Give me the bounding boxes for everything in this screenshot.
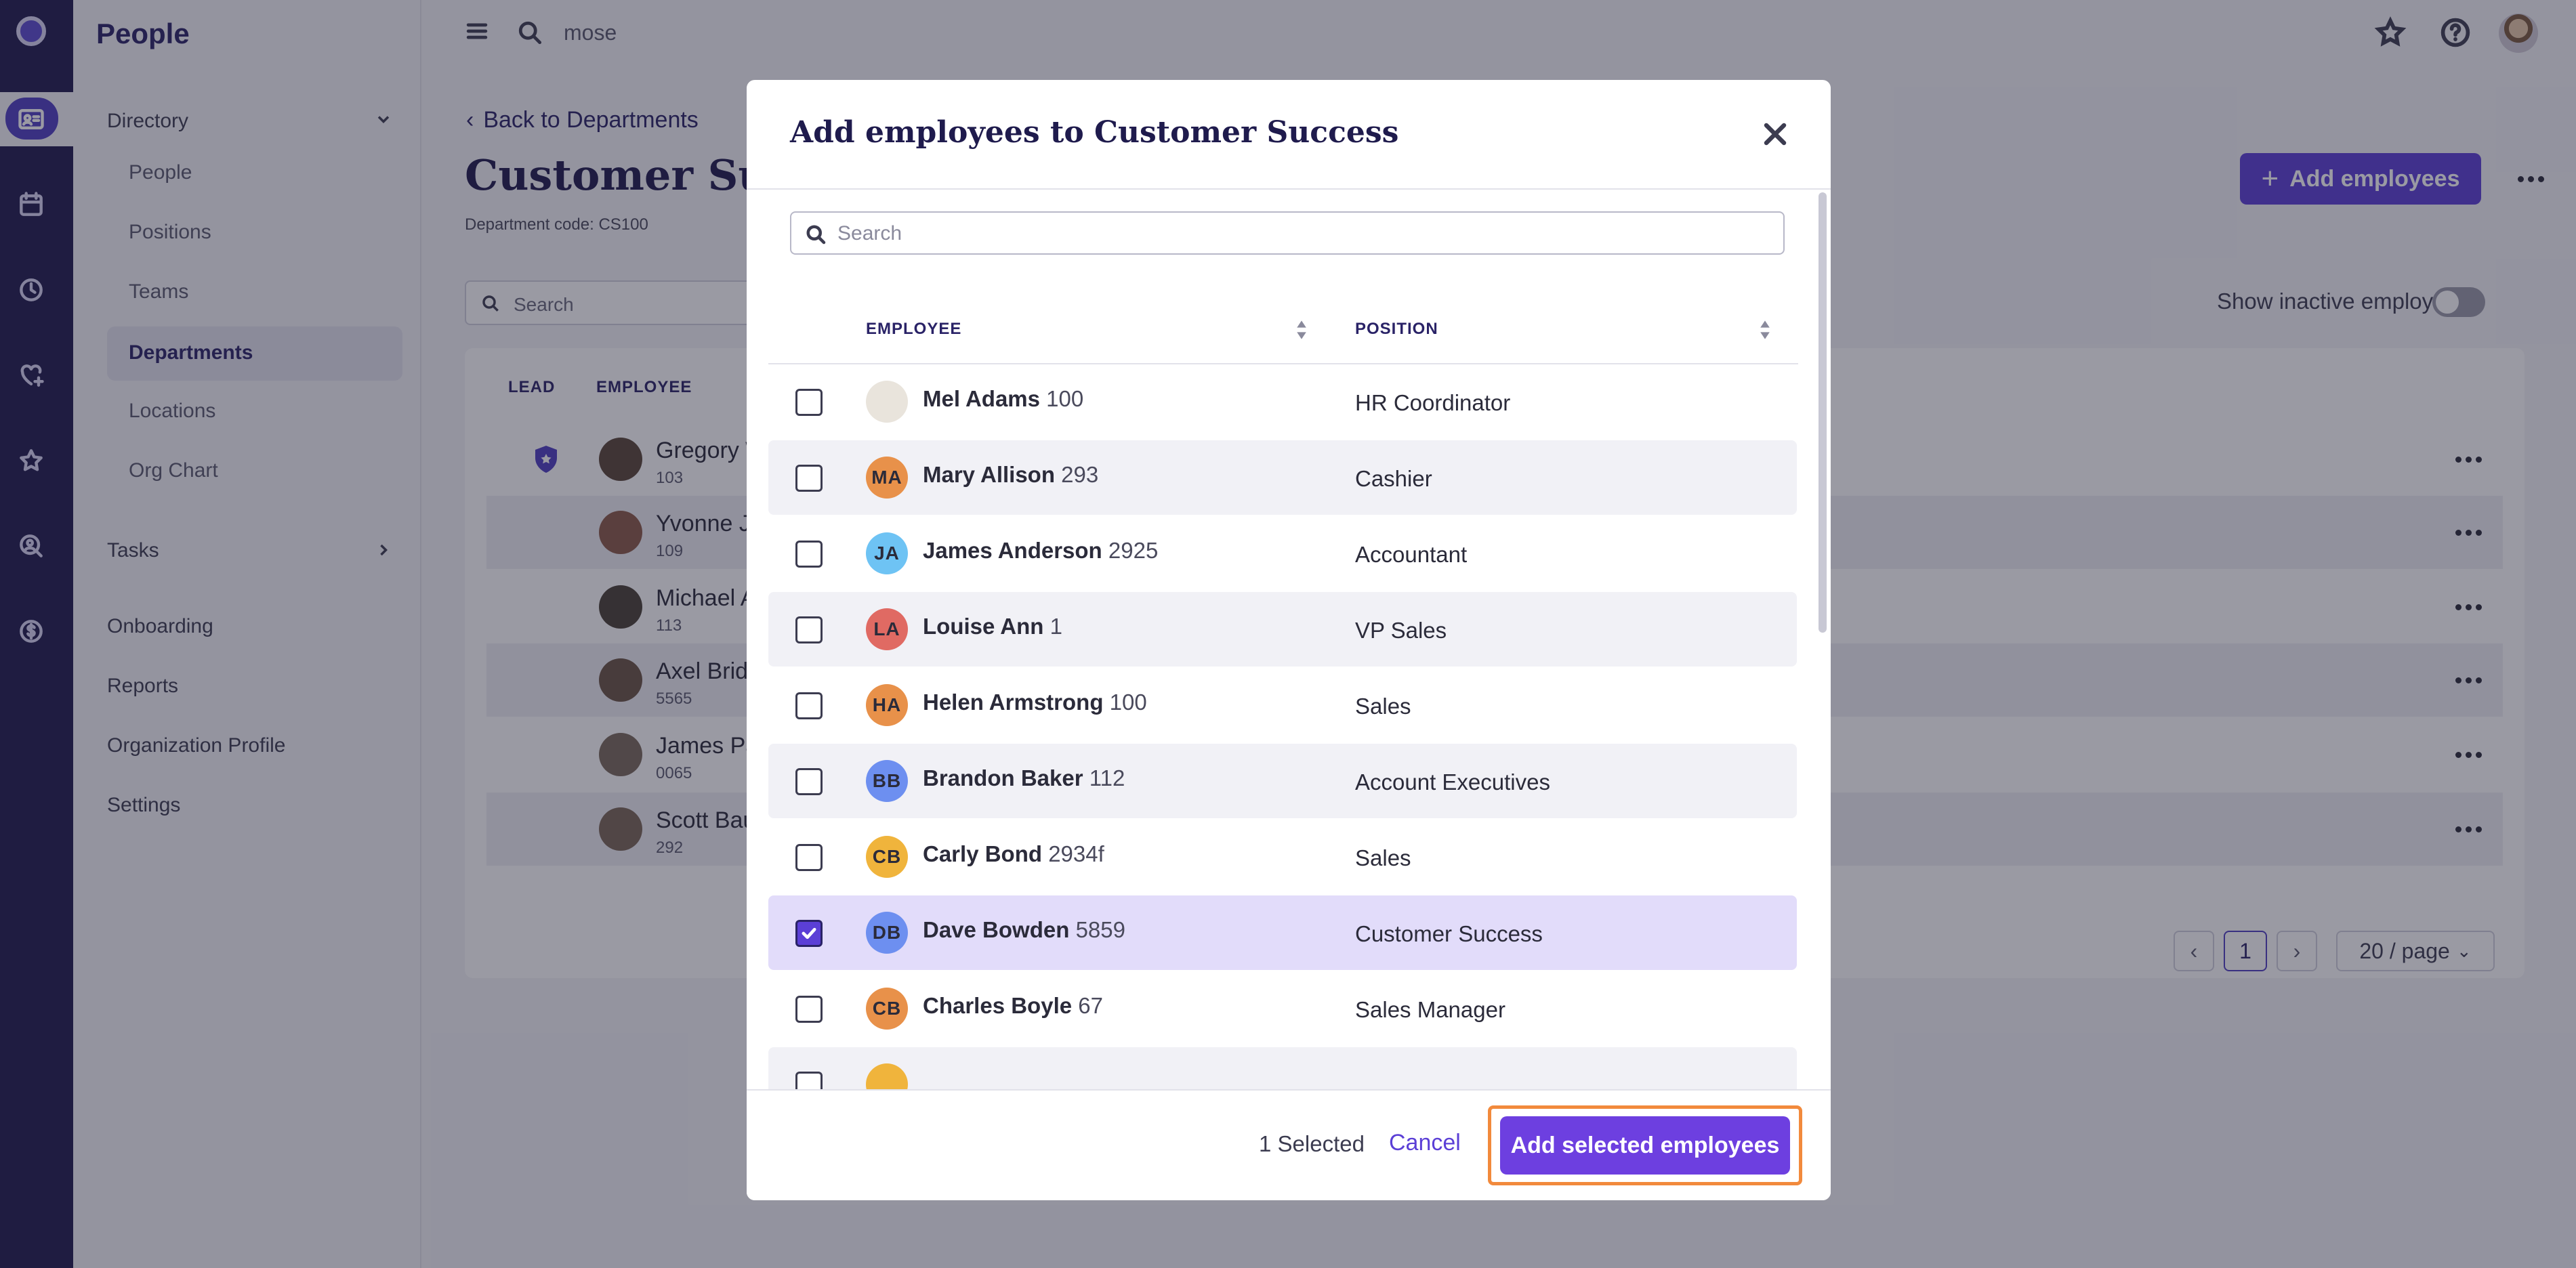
avatar: HA: [866, 684, 908, 726]
checkmark-icon: [802, 927, 816, 939]
employee-position: VP Sales: [1355, 618, 1447, 643]
close-icon[interactable]: [1758, 117, 1793, 152]
employee-row[interactable]: BB Brandon Baker 112 Account Executives: [768, 744, 1797, 818]
employee-name-cell: Brandon Baker 112: [923, 765, 1125, 791]
employee-name: Mel Adams: [923, 386, 1040, 411]
avatar: BB: [866, 760, 908, 802]
employee-name: Mary Allison: [923, 462, 1055, 487]
employee-id: 2934f: [1048, 841, 1104, 866]
employee-id: 293: [1061, 462, 1099, 487]
employee-name: Brandon Baker: [923, 765, 1083, 790]
employee-position: Customer Success: [1355, 921, 1543, 946]
employee-name: James Anderson: [923, 538, 1102, 563]
employee-checkbox[interactable]: [795, 996, 823, 1023]
employee-id: 112: [1089, 765, 1125, 790]
employee-checkbox[interactable]: [795, 389, 823, 416]
employee-position: Sales Manager: [1355, 997, 1505, 1022]
employee-list: Mel Adams 100 HR Coordinator MA Mary Alliso…: [768, 364, 1798, 1170]
selected-count: 1 Selected: [1259, 1131, 1365, 1156]
employee-position: HR Coordinator: [1355, 390, 1511, 415]
employee-id: 5859: [1075, 917, 1125, 942]
employee-checkbox[interactable]: [795, 844, 823, 871]
employee-id: 1: [1050, 614, 1062, 639]
employee-name-cell: Louise Ann 1: [923, 614, 1062, 639]
employee-position: Account Executives: [1355, 769, 1550, 795]
employee-checkbox[interactable]: [795, 768, 823, 795]
employee-name-cell: Charles Boyle 67: [923, 993, 1103, 1019]
employee-position: Accountant: [1355, 542, 1468, 567]
employee-name-cell: Mary Allison 293: [923, 462, 1098, 488]
employee-checkbox[interactable]: [795, 616, 823, 643]
cancel-button[interactable]: Cancel: [1389, 1130, 1461, 1156]
employee-row[interactable]: CB Carly Bond 2934f Sales: [768, 820, 1797, 894]
avatar: LA: [866, 608, 908, 650]
sort-employee-icon[interactable]: [1295, 318, 1308, 341]
employee-id: 100: [1046, 386, 1084, 411]
avatar: DB: [866, 912, 908, 954]
employee-checkbox[interactable]: [795, 465, 823, 492]
employee-position: Sales: [1355, 694, 1411, 719]
employee-name: Charles Boyle: [923, 993, 1073, 1018]
employee-name-cell: Helen Armstrong 100: [923, 690, 1147, 715]
employee-position: Cashier: [1355, 466, 1432, 491]
employee-id: 67: [1078, 993, 1103, 1018]
search-icon: [804, 222, 828, 247]
employee-name-cell: Dave Bowden 5859: [923, 917, 1125, 943]
avatar: JA: [866, 532, 908, 574]
employee-name: Louise Ann: [923, 614, 1044, 639]
employee-row[interactable]: CB Charles Boyle 67 Sales Manager: [768, 971, 1797, 1046]
employee-name-cell: Mel Adams 100: [923, 386, 1083, 412]
dialog-search-input[interactable]: [837, 218, 1772, 249]
employee-position: Sales: [1355, 845, 1411, 870]
sort-position-icon[interactable]: [1759, 318, 1771, 341]
employee-row[interactable]: HA Helen Armstrong 100 Sales: [768, 668, 1797, 742]
employee-row[interactable]: MA Mary Allison 293 Cashier: [768, 440, 1797, 515]
employee-name: Carly Bond: [923, 841, 1043, 866]
employee-name: Helen Armstrong: [923, 690, 1104, 715]
employee-row[interactable]: DB Dave Bowden 5859 Customer Success: [768, 895, 1797, 970]
avatar: MA: [866, 457, 908, 499]
employee-checkbox[interactable]: [795, 692, 823, 719]
employee-name-cell: James Anderson 2925: [923, 538, 1158, 564]
list-scrollbar[interactable]: [1819, 192, 1827, 633]
dialog-divider: [747, 188, 1831, 190]
dialog-search-field[interactable]: [790, 211, 1785, 255]
column-header-position[interactable]: POSITION: [1355, 320, 1438, 339]
add-selected-employees-button[interactable]: Add selected employees: [1500, 1116, 1790, 1175]
employee-name: Dave Bowden: [923, 917, 1070, 942]
avatar: CB: [866, 988, 908, 1030]
employee-checkbox[interactable]: [795, 920, 823, 947]
dialog-footer: 1 Selected Cancel Add selected employees: [747, 1089, 1831, 1200]
dialog-title: Add employees to Customer Success: [790, 115, 1399, 150]
employee-checkbox[interactable]: [795, 541, 823, 568]
employee-row[interactable]: JA James Anderson 2925 Accountant: [768, 516, 1797, 591]
employee-row[interactable]: LA Louise Ann 1 VP Sales: [768, 592, 1797, 667]
column-header-employee[interactable]: EMPLOYEE: [866, 320, 961, 339]
employee-id: 2925: [1108, 538, 1159, 563]
avatar: CB: [866, 836, 908, 878]
employee-row[interactable]: Mel Adams 100 HR Coordinator: [768, 364, 1797, 439]
employee-name-cell: Carly Bond 2934f: [923, 841, 1104, 867]
avatar: [866, 381, 908, 423]
add-employees-dialog: Add employees to Customer Success EMPLOY…: [747, 80, 1831, 1200]
employee-id: 100: [1109, 690, 1147, 715]
